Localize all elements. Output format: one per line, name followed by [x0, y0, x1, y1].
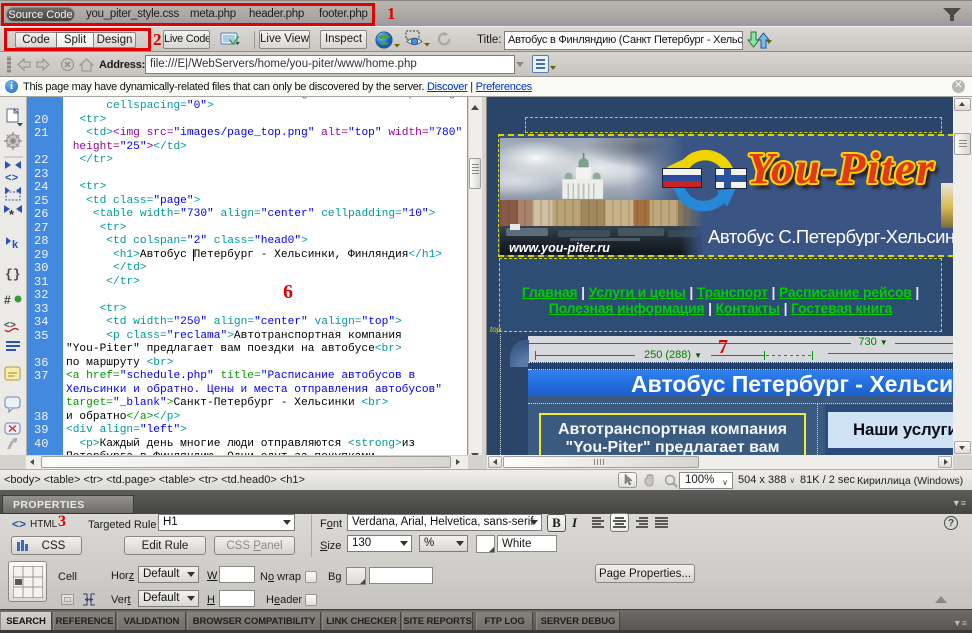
svg-text:#: #	[4, 293, 11, 307]
svg-text:<>: <>	[5, 173, 19, 185]
svg-text:*: *	[9, 207, 15, 222]
svg-text:{}: {}	[5, 267, 21, 282]
svg-text:k: k	[12, 239, 19, 251]
